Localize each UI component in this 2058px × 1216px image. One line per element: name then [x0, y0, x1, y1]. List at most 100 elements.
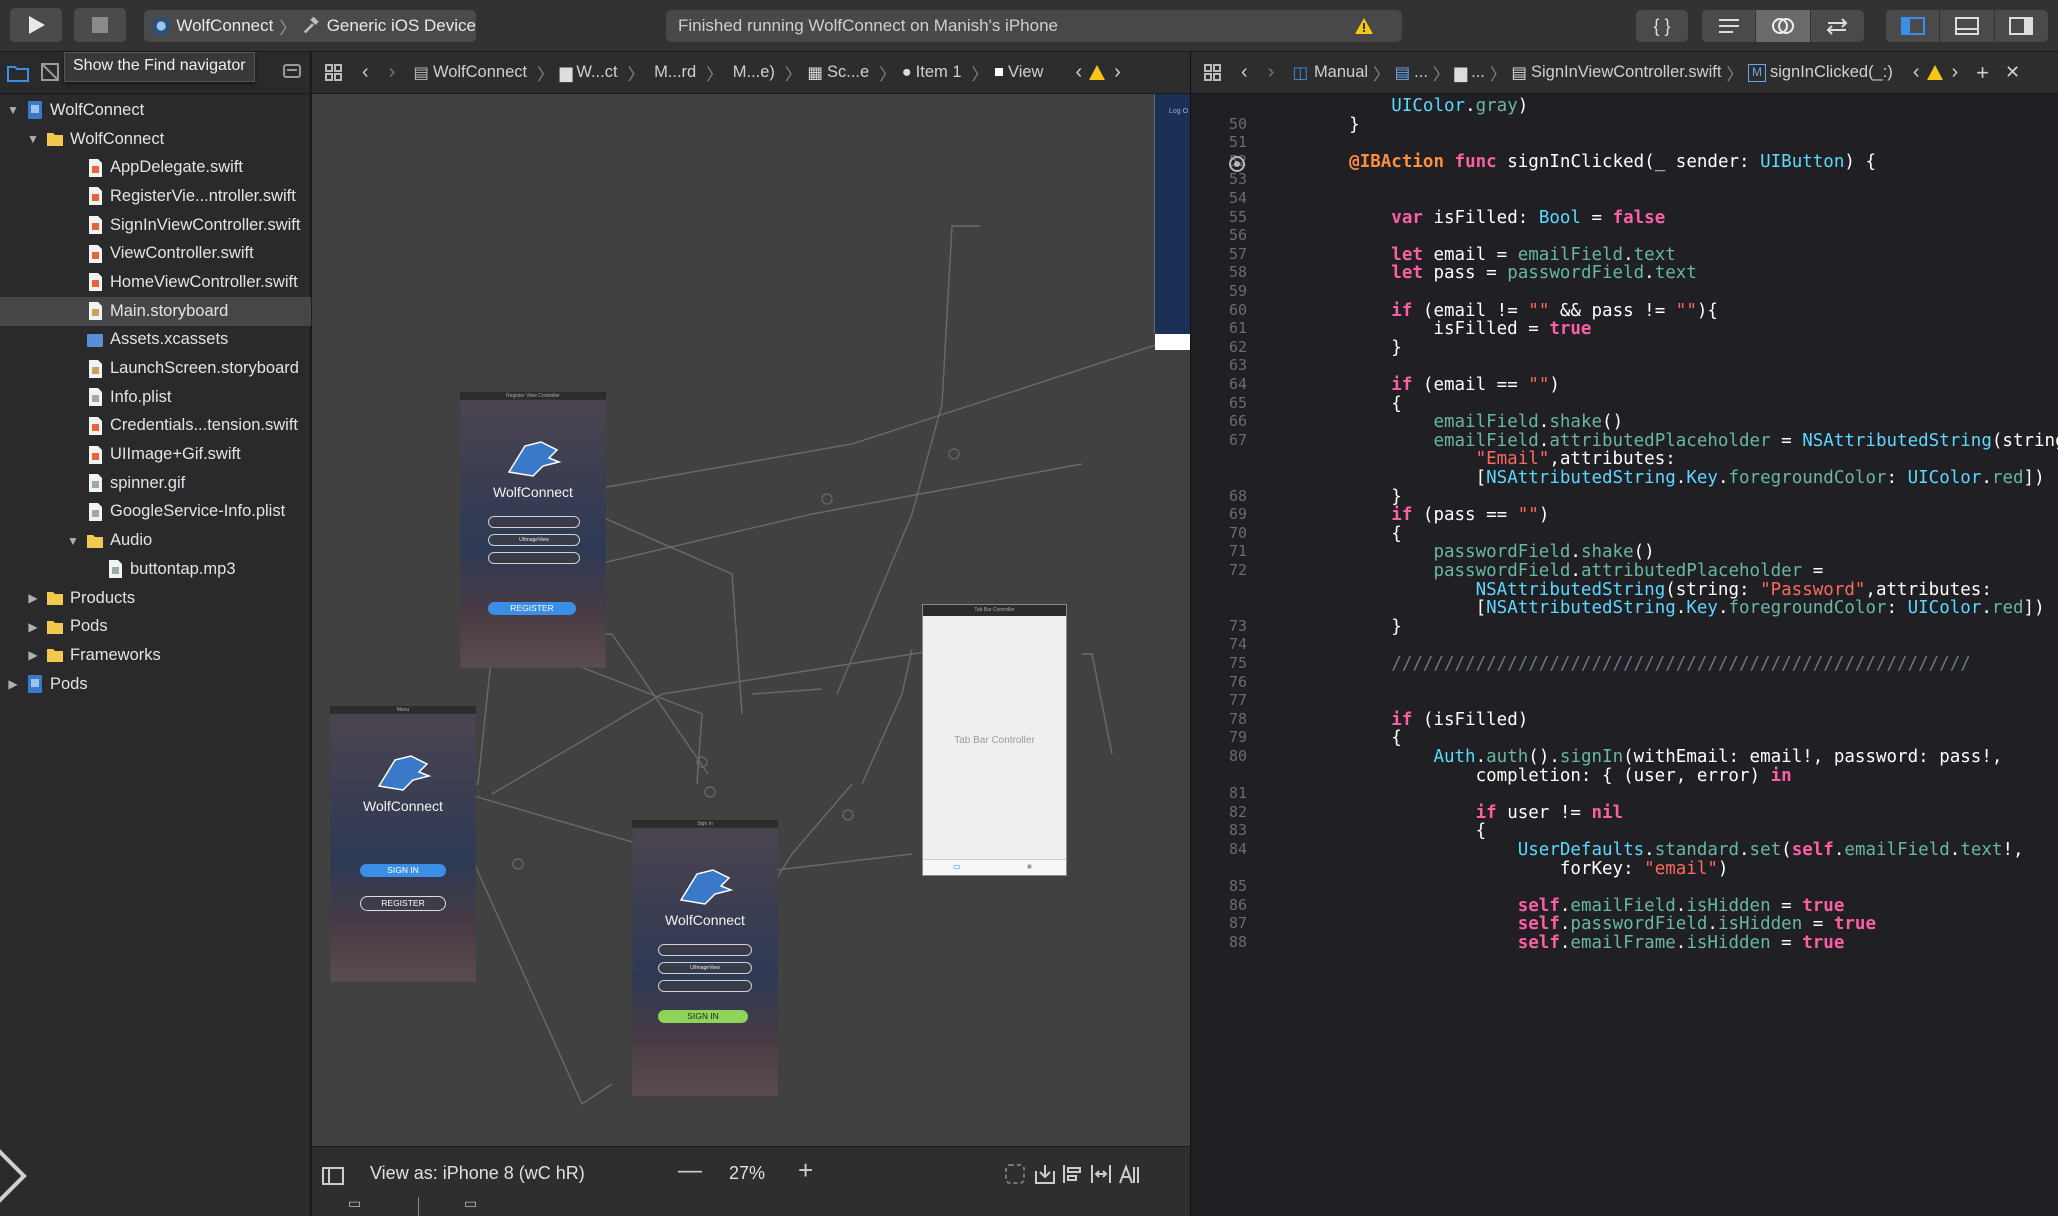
tab-item-icon[interactable]: ▭ — [953, 862, 961, 871]
navigator-toggle-icon[interactable] — [1886, 10, 1941, 42]
line-number[interactable]: 76 — [1191, 673, 1247, 691]
file-tree-item[interactable]: buttontap.mp3 — [0, 555, 311, 584]
code-text-area[interactable]: UIColor.gray) 50 } 51 52 @IBAction func sig… — [1191, 94, 2058, 1216]
tab-item-icon[interactable]: ■ — [1027, 862, 1032, 871]
register-scene[interactable]: Register View Controller WolfConnect UII… — [460, 392, 606, 668]
line-number[interactable]: 53 — [1191, 170, 1247, 188]
debug-toggle-icon[interactable] — [1940, 10, 1995, 42]
file-tree-item[interactable]: RegisterVie...ntroller.swift — [0, 182, 311, 211]
disclosure-closed-icon[interactable]: ▶ — [26, 620, 40, 634]
back-arrow-icon[interactable]: ‹ — [1241, 61, 1248, 84]
line-number[interactable]: 67 — [1191, 431, 1247, 449]
line-number[interactable]: 83 — [1191, 821, 1247, 839]
line-number[interactable]: 88 — [1191, 933, 1247, 951]
line-number[interactable]: 64 — [1191, 375, 1247, 393]
editor-mode-segment[interactable] — [1702, 10, 1864, 42]
disclosure-closed-icon[interactable]: ▶ — [26, 591, 40, 605]
password-field[interactable] — [488, 552, 580, 564]
zoom-in-button[interactable]: + — [798, 1155, 813, 1186]
line-number[interactable]: 87 — [1191, 914, 1247, 932]
update-frames-icon[interactable] — [1004, 1163, 1026, 1185]
line-number[interactable]: 75 — [1191, 654, 1247, 672]
file-tree-item[interactable]: Assets.xcassets — [0, 326, 311, 355]
line-number[interactable]: 79 — [1191, 728, 1247, 746]
line-number[interactable]: 66 — [1191, 412, 1247, 430]
view-as-label[interactable]: View as: iPhone 8 (wC hR) — [370, 1163, 585, 1184]
jump-item-group[interactable]: ... — [1471, 63, 1485, 82]
warning-small-icon[interactable] — [1926, 64, 1944, 82]
file-tree-item[interactable]: ▼ WolfConnect — [0, 96, 311, 125]
line-number[interactable]: 72 — [1191, 561, 1247, 579]
home-scene-partial[interactable]: Log O — [1154, 94, 1190, 350]
file-tree-item[interactable]: Info.plist — [0, 383, 311, 412]
jump-item-item[interactable]: Item 1 — [916, 63, 962, 82]
issue-back-icon[interactable]: ‹ — [1913, 61, 1920, 84]
forward-arrow-icon[interactable]: › — [1268, 61, 1275, 84]
password-field[interactable] — [658, 980, 752, 992]
tabbar-scene[interactable]: Tab Bar Controller Tab Bar Controller ▭ … — [922, 604, 1067, 876]
file-tree-item[interactable]: ▶ Products — [0, 584, 311, 613]
disclosure-closed-icon[interactable]: ▶ — [26, 648, 40, 662]
close-editor-icon[interactable]: ✕ — [2005, 62, 2020, 83]
disclosure-open-icon[interactable]: ▼ — [6, 103, 20, 117]
run-button[interactable] — [10, 8, 62, 42]
line-number[interactable]: 84 — [1191, 840, 1247, 858]
file-tree-item[interactable]: ▼ Audio — [0, 526, 311, 555]
line-number[interactable]: 74 — [1191, 635, 1247, 653]
line-number[interactable]: 82 — [1191, 803, 1247, 821]
line-number[interactable]: 65 — [1191, 394, 1247, 412]
line-number[interactable]: 62 — [1191, 338, 1247, 356]
jump-item-file[interactable]: SignInViewController.swift — [1531, 63, 1721, 82]
line-number[interactable]: 77 — [1191, 691, 1247, 709]
folder-icon[interactable] — [6, 62, 30, 84]
line-number[interactable]: 54 — [1191, 189, 1247, 207]
file-tree-item[interactable]: AppDelegate.swift — [0, 153, 311, 182]
stop-button[interactable] — [74, 8, 126, 42]
chevron-right-icon[interactable] — [0, 1140, 32, 1210]
line-number[interactable]: 55 — [1191, 208, 1247, 226]
line-number[interactable]: 51 — [1191, 133, 1247, 151]
menu-scene[interactable]: Menu WolfConnect SIGN IN REGISTER — [330, 706, 476, 982]
panel-toggle-segment[interactable] — [1886, 10, 2048, 42]
assistant-editor-icon[interactable] — [1756, 10, 1811, 42]
signin-scene[interactable]: Sign In WolfConnect UIImageView SIGN IN — [632, 820, 778, 1096]
library-button[interactable]: { } — [1636, 10, 1688, 42]
back-arrow-icon[interactable]: ‹ — [362, 61, 369, 84]
line-number[interactable]: 81 — [1191, 784, 1247, 802]
email-field[interactable] — [488, 516, 580, 528]
jump-item-manual[interactable]: Manual — [1314, 63, 1368, 82]
jump-item-project[interactable]: ... — [1414, 63, 1428, 82]
forward-arrow-icon[interactable]: › — [389, 61, 396, 84]
line-number[interactable]: 61 — [1191, 319, 1247, 337]
file-tree-item[interactable]: Credentials...tension.swift — [0, 412, 311, 441]
jump-item-base[interactable]: M...e) — [733, 63, 775, 82]
source-control-icon[interactable] — [40, 62, 60, 82]
line-number[interactable]: 50 — [1191, 115, 1247, 133]
zoom-level[interactable]: 27% — [729, 1163, 765, 1184]
file-tree-item[interactable]: HomeViewController.swift — [0, 268, 311, 297]
storyboard-area[interactable]: Register View Controller WolfConnect UII… — [312, 94, 1190, 1146]
embed-in-icon[interactable] — [1034, 1163, 1056, 1185]
line-number[interactable]: 68 — [1191, 487, 1247, 505]
grid-icon[interactable] — [1203, 63, 1223, 83]
file-tree-item[interactable]: ▶ Pods — [0, 612, 311, 641]
image-view-field[interactable]: UIImageView — [488, 534, 580, 546]
scheme-selector[interactable]: WolfConnect 〉 Generic iOS Device — [144, 10, 476, 42]
image-view-field[interactable]: UIImageView — [658, 962, 752, 974]
line-number[interactable]: 60 — [1191, 301, 1247, 319]
grid-icon[interactable] — [324, 63, 344, 83]
line-number[interactable]: 70 — [1191, 524, 1247, 542]
line-number[interactable]: 73 — [1191, 617, 1247, 635]
file-tree-item[interactable]: LaunchScreen.storyboard — [0, 354, 311, 383]
jump-item-project[interactable]: WolfConnect — [433, 63, 527, 82]
version-editor-icon[interactable] — [1811, 10, 1864, 42]
ibaction-connection-icon[interactable] — [1229, 155, 1245, 172]
standard-editor-icon[interactable] — [1702, 10, 1757, 42]
file-tree-item[interactable]: spinner.gif — [0, 469, 311, 498]
file-tree-item[interactable]: ▼ WolfConnect — [0, 125, 311, 154]
line-number[interactable]: 85 — [1191, 877, 1247, 895]
jump-item-storyboard[interactable]: M...rd — [654, 63, 696, 82]
line-number[interactable]: 80 — [1191, 747, 1247, 765]
disclosure-closed-icon[interactable]: ▶ — [6, 677, 20, 691]
line-number[interactable]: 59 — [1191, 282, 1247, 300]
